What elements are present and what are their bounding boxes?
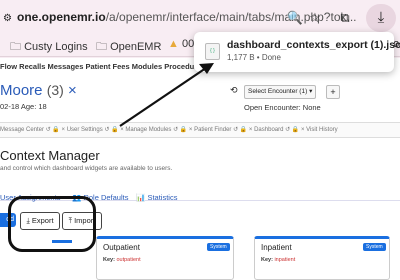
annotation-arrow	[119, 63, 214, 127]
